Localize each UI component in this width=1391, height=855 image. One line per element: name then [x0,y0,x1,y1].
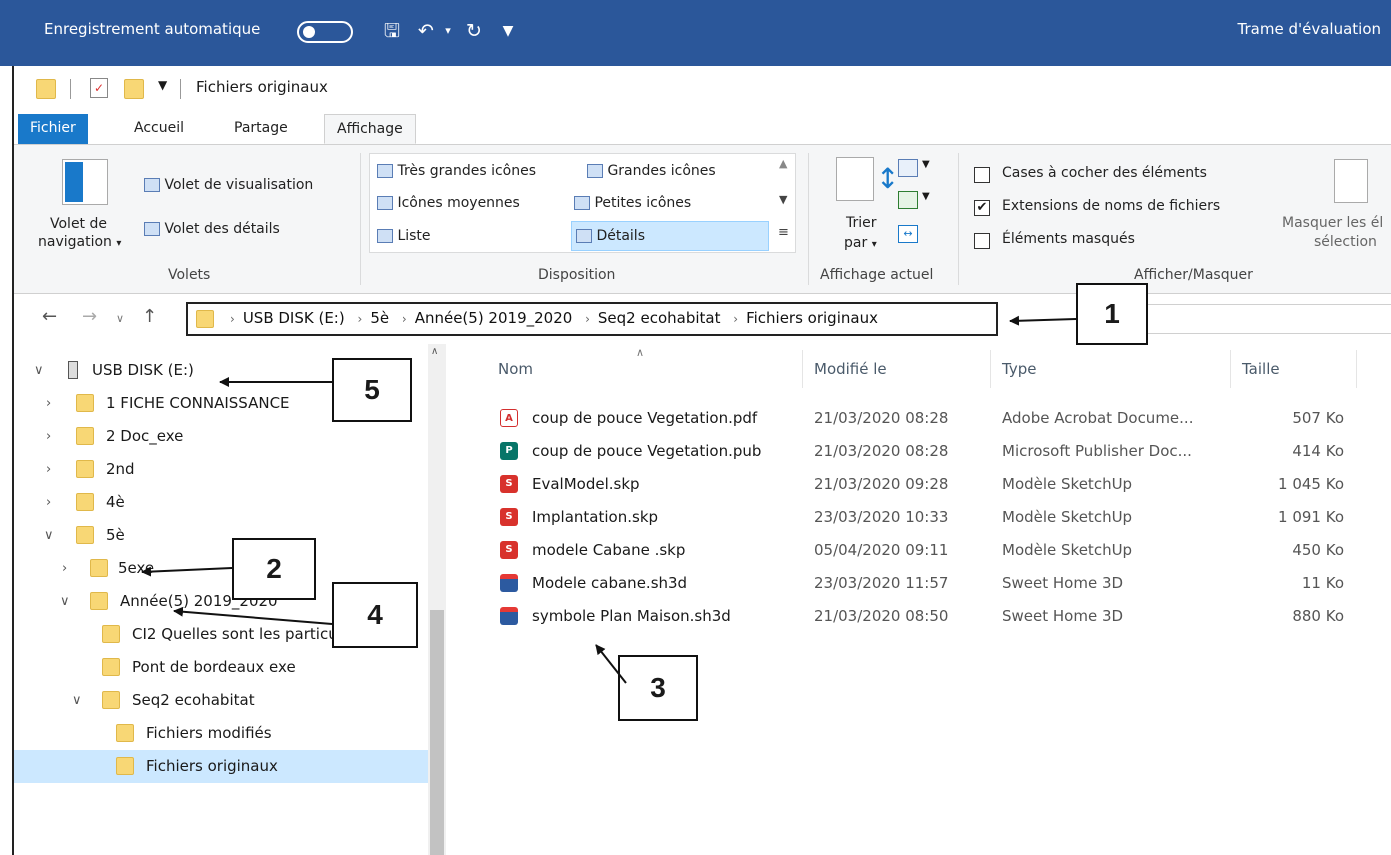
callout-2-arrow [141,566,233,577]
callout-3-arrow [595,644,627,684]
callout-arrows [141,315,1077,684]
callout-4-arrow [173,606,333,625]
callout-1-arrow [1009,315,1077,326]
